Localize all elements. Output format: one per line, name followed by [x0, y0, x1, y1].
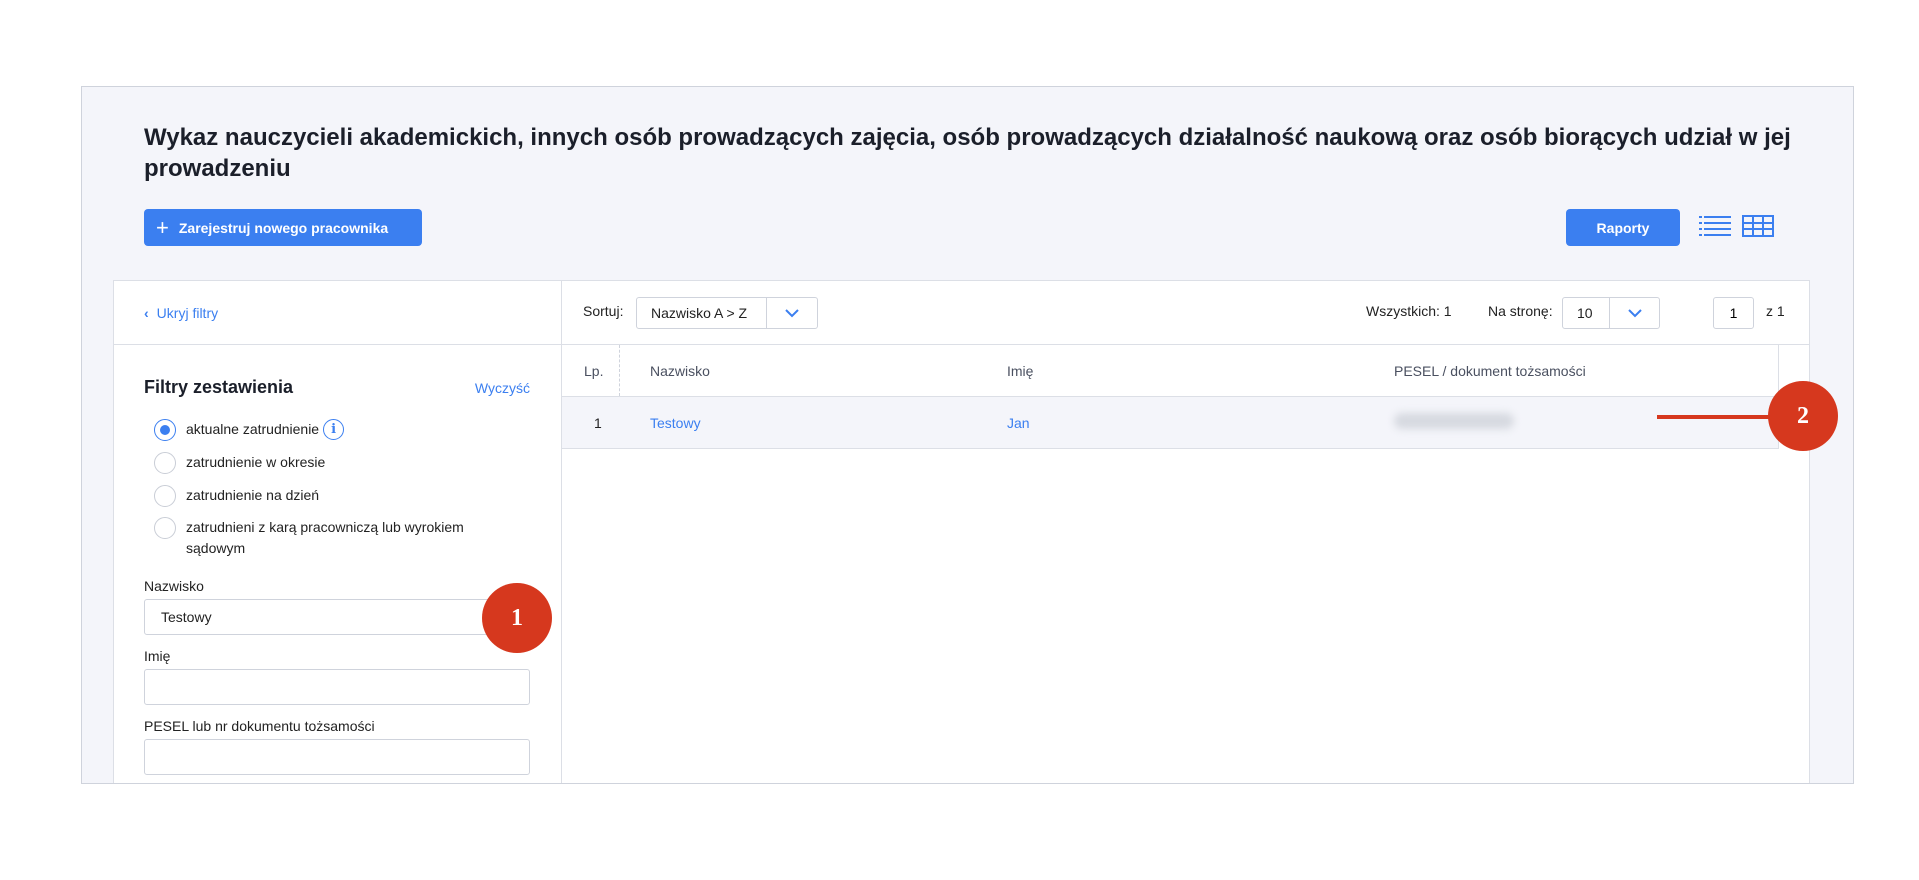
callout-line [1657, 415, 1769, 419]
radio-label: aktualne zatrudnienie [186, 421, 320, 437]
table-row[interactable]: 1 Testowy Jan [562, 397, 1778, 449]
filters-sidebar: ‹ Ukryj filtry Filtry zestawienia Wyczyś… [114, 281, 562, 783]
radio-button[interactable] [154, 419, 176, 441]
hide-filters-label: Ukryj filtry [156, 304, 219, 321]
chevron-left-icon: ‹ [144, 304, 149, 321]
column-header-pesel-label: PESEL / dokument tożsamości [1394, 362, 1586, 379]
blurred-pesel [1394, 413, 1514, 429]
employees-table: Lp. Nazwisko Imię PESEL / dokument tożsa… [562, 345, 1779, 449]
plus-icon: + [156, 214, 169, 240]
sort-select[interactable]: Nazwisko A > Z [636, 297, 818, 329]
column-header-firstname[interactable]: Imię [1007, 363, 1394, 379]
hide-filters-link[interactable]: ‹ Ukryj filtry [144, 305, 218, 321]
filters-header: Filtry zestawienia Wyczyść [144, 377, 530, 398]
radio-employment-on-day[interactable]: zatrudnienie na dzień [154, 485, 319, 507]
firstname-input[interactable] [144, 669, 530, 705]
page-title: Wykaz nauczycieli akademickich, innych o… [144, 124, 1791, 182]
radio-employees-with-penalty[interactable]: zatrudnieni z karą pracowniczą lub wyrok… [154, 517, 494, 559]
radio-label: zatrudnienie na dzień [186, 487, 320, 503]
radio-button[interactable] [154, 452, 176, 474]
cell-firstname-link[interactable]: Jan [1007, 415, 1394, 431]
surname-label: Nazwisko [144, 578, 204, 594]
annotation-badge-2: 2 [1768, 381, 1838, 451]
radio-label: zatrudnienie w okresie [186, 454, 326, 470]
per-page-value: 10 [1563, 298, 1611, 328]
page-total: z 1 [1766, 303, 1785, 319]
page-number-input[interactable] [1713, 297, 1754, 329]
per-page-select[interactable]: 10 [1562, 297, 1660, 329]
pesel-input[interactable] [144, 739, 530, 775]
chevron-down-icon [767, 308, 817, 318]
total-count: Wszystkich: 1 [1366, 303, 1452, 319]
results-area: Sortuj: Nazwisko A > Z Wszystkich: 1 Na … [562, 281, 1810, 783]
radio-label: zatrudnieni z karą pracowniczą lub wyrok… [186, 519, 464, 556]
radio-button[interactable] [154, 485, 176, 507]
annotation-badge-1: 1 [482, 583, 552, 653]
register-employee-label: Zarejestruj nowego pracownika [178, 219, 389, 236]
register-employee-button[interactable]: + Zarejestruj nowego pracownika [144, 209, 422, 246]
radio-employment-period[interactable]: zatrudnienie w okresie [154, 452, 325, 474]
grid-view-icon[interactable] [1742, 214, 1774, 240]
firstname-label: Imię [144, 648, 171, 664]
per-page-label: Na stronę: [1488, 303, 1553, 319]
column-header-pesel[interactable]: PESEL / dokument tożsamości [1394, 363, 1778, 379]
column-header-lp: Lp. [584, 362, 604, 379]
pesel-label: PESEL lub nr dokumentu tożsamości [144, 718, 375, 734]
sort-label: Sortuj: [583, 303, 624, 319]
table-header: Lp. Nazwisko Imię PESEL / dokument tożsa… [562, 345, 1778, 397]
list-view-icon[interactable] [1699, 214, 1731, 240]
column-divider [619, 345, 620, 396]
results-toolbar: Sortuj: Nazwisko A > Z Wszystkich: 1 Na … [562, 281, 1810, 345]
column-header-surname[interactable]: Nazwisko [620, 363, 1007, 379]
reports-button[interactable]: Raporty [1566, 209, 1680, 246]
radio-current-employment[interactable]: aktualne zatrudnienie i [154, 419, 345, 441]
surname-input[interactable] [144, 599, 530, 635]
filters-title: Filtry zestawienia [144, 377, 294, 397]
cell-surname-link[interactable]: Testowy [620, 415, 1007, 431]
radio-button[interactable] [154, 517, 176, 539]
clear-filters-link[interactable]: Wyczyść [475, 380, 530, 396]
sidebar-top: ‹ Ukryj filtry [114, 281, 561, 345]
chevron-down-icon [1610, 308, 1659, 318]
info-icon[interactable]: i [323, 419, 345, 440]
sort-value: Nazwisko A > Z [637, 298, 768, 328]
cell-lp: 1 [594, 414, 602, 431]
content-panel: ‹ Ukryj filtry Filtry zestawienia Wyczyś… [113, 280, 1810, 783]
app-frame: Wykaz nauczycieli akademickich, innych o… [81, 86, 1854, 784]
